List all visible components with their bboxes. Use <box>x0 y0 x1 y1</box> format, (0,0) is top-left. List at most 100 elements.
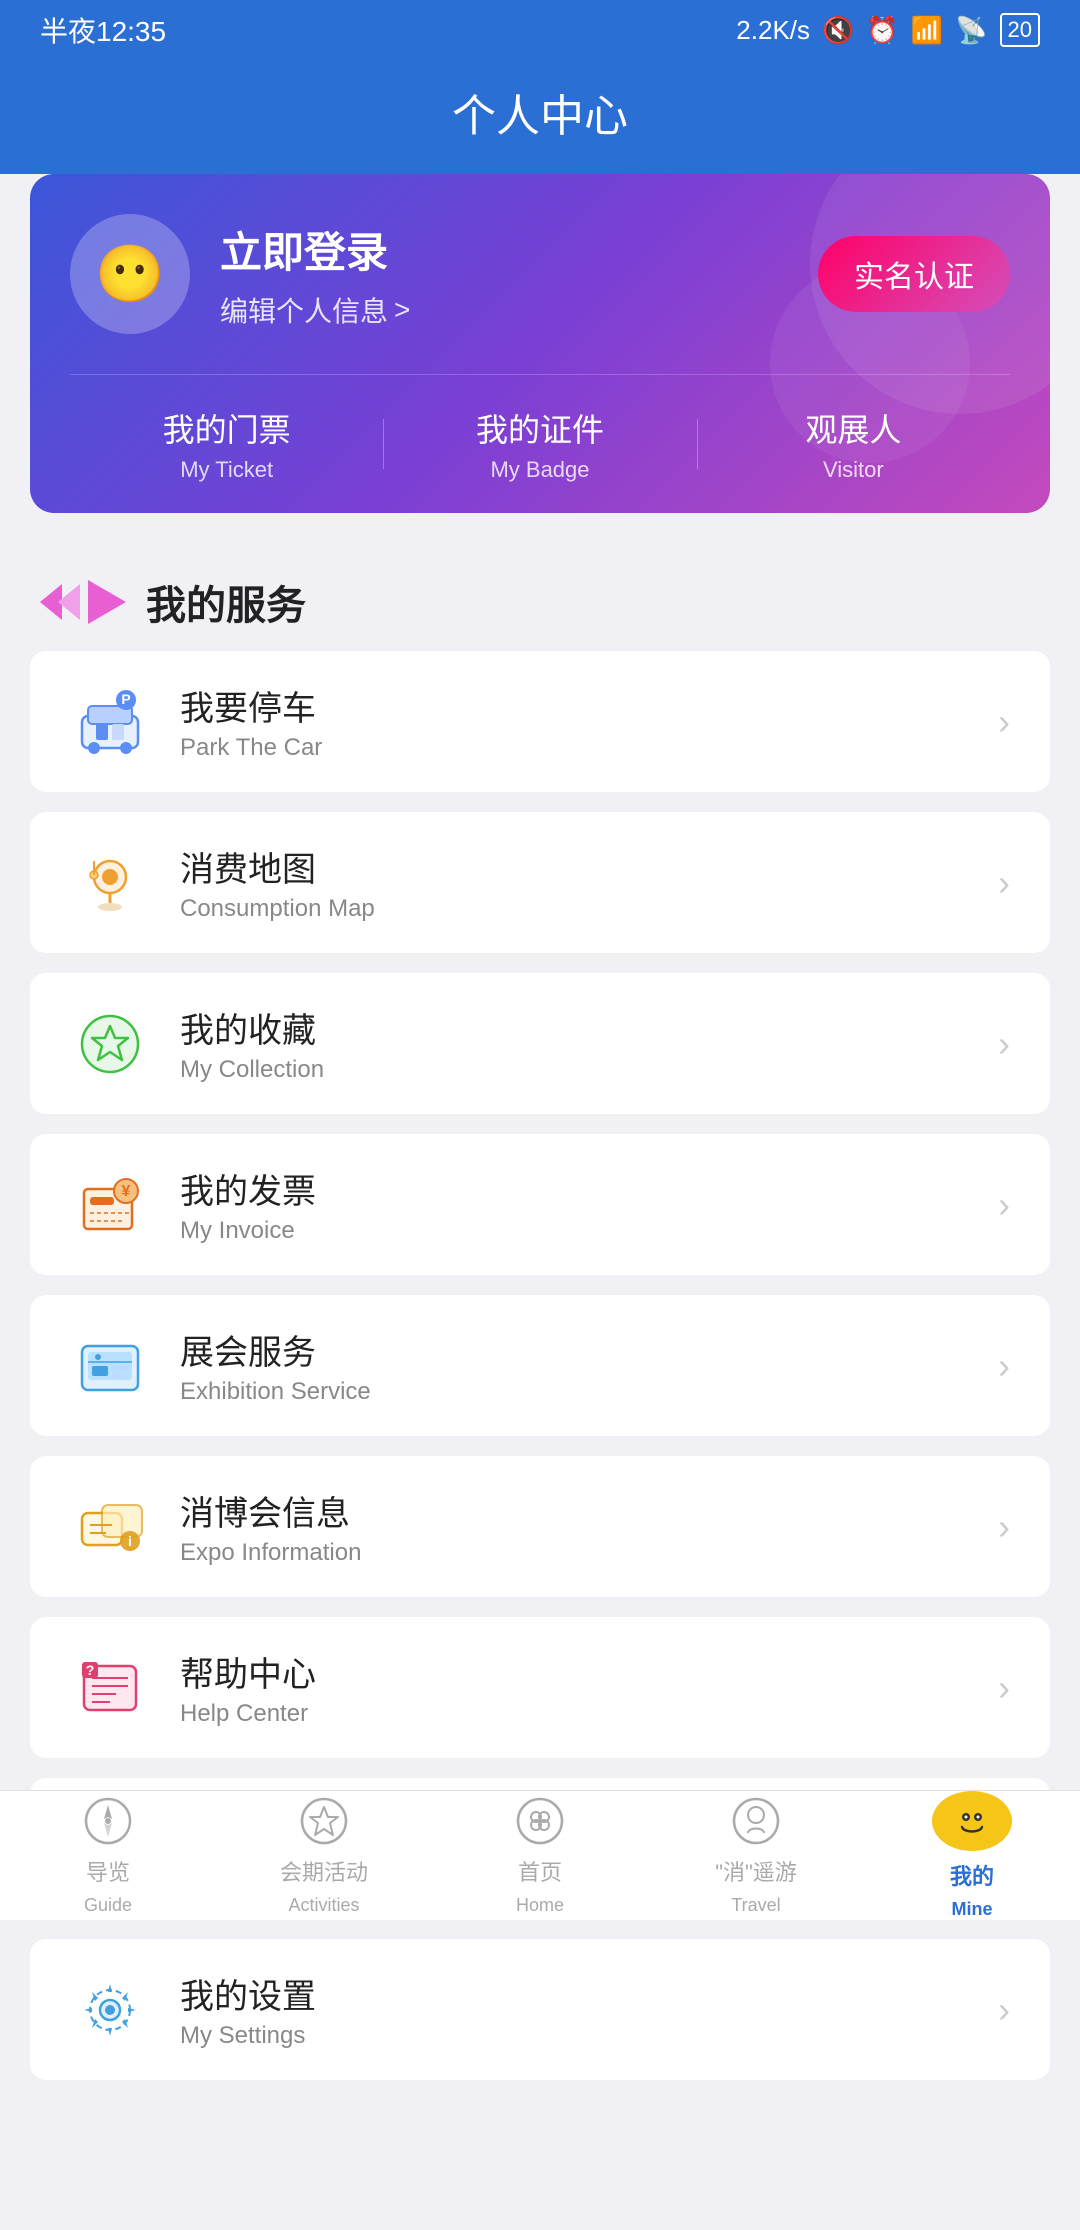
invoice-cn: 我的发票 <box>180 1164 968 1213</box>
alarm-icon: ⏰ <box>866 15 898 46</box>
collection-icon <box>70 1004 150 1084</box>
home-icon <box>514 1795 566 1847</box>
svg-text:P: P <box>121 691 130 707</box>
nav-activities[interactable]: 会期活动 Activities <box>216 1791 432 1920</box>
menu-item-expo[interactable]: i 消博会信息 Expo Information › <box>30 1456 1050 1597</box>
help-cn: 帮助中心 <box>180 1647 968 1696</box>
collection-cn: 我的收藏 <box>180 1003 968 1052</box>
svg-text:i: i <box>128 1533 132 1549</box>
avatar: 😶 <box>70 214 190 334</box>
stat-visitor-en: Visitor <box>697 457 1010 483</box>
nav-guide-en: Guide <box>84 1895 132 1916</box>
nav-activities-cn: 会期活动 <box>280 1855 368 1887</box>
map-text: 消费地图 Consumption Map <box>180 842 968 923</box>
section-icon <box>40 580 126 624</box>
expo-en: Expo Information <box>180 1539 968 1567</box>
settings-cn: 我的设置 <box>180 1969 968 2018</box>
settings-text: 我的设置 My Settings <box>180 1969 968 2050</box>
stat-ticket-en: My Ticket <box>70 457 383 483</box>
menu-item-invoice[interactable]: ¥ 我的发票 My Invoice › <box>30 1134 1050 1275</box>
services-header: 我的服务 <box>0 543 1080 651</box>
invoice-en: My Invoice <box>180 1217 968 1245</box>
expo-chevron: › <box>998 1506 1010 1548</box>
stat-visitor-cn: 观展人 <box>697 405 1010 451</box>
avatar-emoji: 😶 <box>95 241 165 307</box>
parking-text: 我要停车 Park The Car <box>180 681 968 762</box>
collection-text: 我的收藏 My Collection <box>180 1003 968 1084</box>
stat-ticket[interactable]: 我的门票 My Ticket <box>70 405 383 483</box>
stat-visitor[interactable]: 观展人 Visitor <box>697 405 1010 483</box>
services-title: 我的服务 <box>146 573 306 631</box>
menu-item-parking[interactable]: P 我要停车 Park The Car › <box>30 651 1050 792</box>
menu-item-settings[interactable]: 我的设置 My Settings › <box>30 1939 1050 2080</box>
battery-indicator: 20 <box>1000 13 1040 47</box>
stat-badge[interactable]: 我的证件 My Badge <box>383 405 696 483</box>
map-en: Consumption Map <box>180 895 968 923</box>
profile-stats: 我的门票 My Ticket 我的证件 My Badge 观展人 Visitor <box>70 374 1010 513</box>
nav-guide-cn: 导览 <box>86 1855 130 1887</box>
stat-badge-cn: 我的证件 <box>383 405 696 451</box>
nav-travel-en: Travel <box>731 1895 780 1916</box>
nav-travel[interactable]: "消"遥游 Travel <box>648 1791 864 1920</box>
svg-text:?: ? <box>86 1662 95 1678</box>
status-bar: 半夜12:35 2.2K/s 🔇 ⏰ 📶 📡 20 <box>0 0 1080 60</box>
menu-item-collection[interactable]: 我的收藏 My Collection › <box>30 973 1050 1114</box>
expo-cn: 消博会信息 <box>180 1486 968 1535</box>
map-icon <box>70 843 150 923</box>
invoice-chevron: › <box>998 1184 1010 1226</box>
map-cn: 消费地图 <box>180 842 968 891</box>
stat-ticket-cn: 我的门票 <box>70 405 383 451</box>
travel-icon <box>730 1795 782 1847</box>
help-icon: ? <box>70 1648 150 1728</box>
wifi-icon: 📡 <box>955 15 987 46</box>
exhibition-chevron: › <box>998 1345 1010 1387</box>
menu-item-help[interactable]: ? 帮助中心 Help Center › <box>30 1617 1050 1758</box>
network-speed: 2.2K/s <box>736 15 810 46</box>
bottom-navigation: 导览 Guide 会期活动 Activities 首页 Home "消"遥游 T… <box>0 1790 1080 1920</box>
mine-icon <box>946 1795 998 1847</box>
expo-icon: i <box>70 1487 150 1567</box>
nav-home-en: Home <box>516 1895 564 1916</box>
status-right: 2.2K/s 🔇 ⏰ 📶 📡 20 <box>736 13 1040 47</box>
help-text: 帮助中心 Help Center <box>180 1647 968 1728</box>
edit-profile-link[interactable]: 编辑个人信息 > <box>220 290 788 330</box>
parking-icon: P <box>70 682 150 762</box>
parking-en: Park The Car <box>180 734 968 762</box>
nav-guide[interactable]: 导览 Guide <box>0 1791 216 1920</box>
exhibition-cn: 展会服务 <box>180 1325 968 1374</box>
page-header: 个人中心 <box>0 60 1080 174</box>
help-chevron: › <box>998 1667 1010 1709</box>
real-name-button[interactable]: 实名认证 <box>818 236 1010 312</box>
exhibition-text: 展会服务 Exhibition Service <box>180 1325 968 1406</box>
collection-chevron: › <box>998 1023 1010 1065</box>
svg-text:¥: ¥ <box>122 1183 131 1200</box>
nav-home-cn: 首页 <box>518 1855 562 1887</box>
nav-mine-en: Mine <box>951 1899 992 1920</box>
login-prompt[interactable]: 立即登录 <box>220 219 788 280</box>
nav-home[interactable]: 首页 Home <box>432 1791 648 1920</box>
stat-badge-en: My Badge <box>383 457 696 483</box>
help-en: Help Center <box>180 1700 968 1728</box>
signal-icon: 📶 <box>911 15 943 46</box>
mute-icon: 🔇 <box>822 15 854 46</box>
status-time: 半夜12:35 <box>40 10 166 50</box>
nav-mine[interactable]: 我的 Mine <box>864 1791 1080 1920</box>
settings-icon <box>70 1970 150 2050</box>
map-chevron: › <box>998 862 1010 904</box>
settings-en: My Settings <box>180 2022 968 2050</box>
parking-cn: 我要停车 <box>180 681 968 730</box>
expo-text: 消博会信息 Expo Information <box>180 1486 968 1567</box>
page-title: 个人中心 <box>452 92 628 141</box>
nav-travel-cn: "消"遥游 <box>715 1855 797 1887</box>
exhibition-icon <box>70 1326 150 1406</box>
invoice-text: 我的发票 My Invoice <box>180 1164 968 1245</box>
profile-info: 立即登录 编辑个人信息 > <box>220 219 788 330</box>
invoice-icon: ¥ <box>70 1165 150 1245</box>
settings-chevron: › <box>998 1989 1010 2031</box>
mine-icon-bg <box>932 1791 1012 1851</box>
nav-activities-en: Activities <box>288 1895 359 1916</box>
profile-top: 😶 立即登录 编辑个人信息 > 实名认证 <box>70 214 1010 334</box>
menu-item-map[interactable]: 消费地图 Consumption Map › <box>30 812 1050 953</box>
collection-en: My Collection <box>180 1056 968 1084</box>
menu-item-exhibition[interactable]: 展会服务 Exhibition Service › <box>30 1295 1050 1436</box>
